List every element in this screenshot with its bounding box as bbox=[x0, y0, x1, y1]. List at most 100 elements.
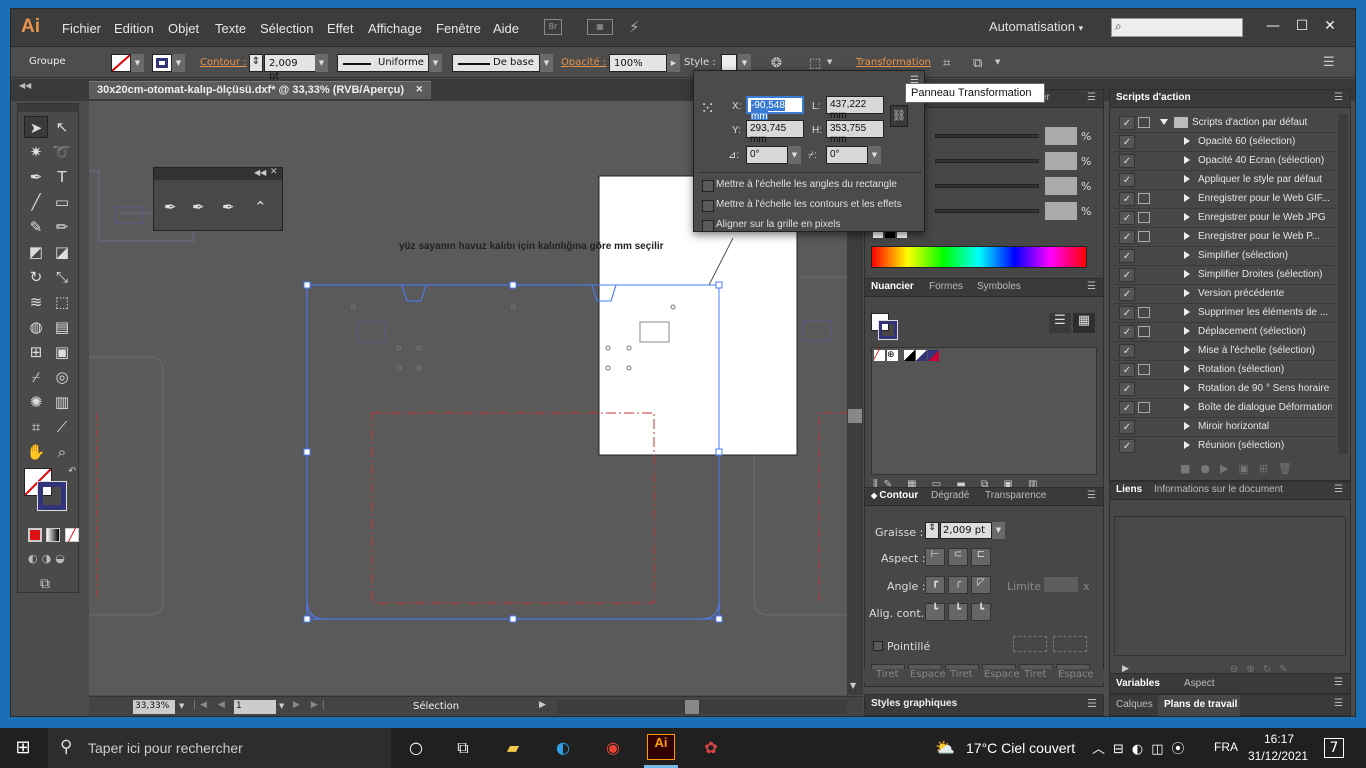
projecting-cap-icon[interactable]: ⊏ bbox=[971, 548, 991, 566]
collapse-toolbox-icon[interactable]: ◀◀ bbox=[19, 81, 31, 90]
expand-arrow-icon[interactable] bbox=[1184, 137, 1190, 145]
list-view-icon[interactable]: ☰ bbox=[1049, 313, 1071, 333]
tab-liens[interactable]: Liens bbox=[1116, 484, 1142, 495]
clock-time[interactable]: 16:17 bbox=[1264, 732, 1294, 746]
close-panel-icon[interactable]: ✕ bbox=[270, 167, 278, 177]
pen-tool-icon[interactable]: ✒ bbox=[164, 198, 177, 216]
swatch-grid[interactable]: ╱ ⊕ bbox=[871, 347, 1097, 475]
panel-menu-icon[interactable]: ☰ bbox=[1087, 697, 1097, 710]
hand-tool-icon[interactable]: ✋ bbox=[24, 441, 48, 463]
menu-fichier[interactable]: Fichier bbox=[62, 21, 101, 36]
toggle-checkbox[interactable]: ✓ bbox=[1119, 135, 1135, 149]
tray-icons[interactable]: ︿⊟◐◫⦿ bbox=[1092, 738, 1193, 757]
rotate-dropdown[interactable]: ▼ bbox=[788, 146, 801, 164]
tab-formes[interactable]: Formes bbox=[929, 281, 963, 292]
artboard-tool-icon[interactable]: ⌗ bbox=[24, 416, 48, 438]
action-row[interactable]: ✓ Opacité 60 (sélection) bbox=[1114, 133, 1336, 152]
selection-tool-icon[interactable]: ➤ bbox=[24, 116, 48, 138]
shape-builder-tool-icon[interactable]: ◍ bbox=[24, 316, 48, 338]
eyedropper-tool-icon[interactable]: ⌿ bbox=[24, 366, 48, 388]
toggle-checkbox[interactable]: ✓ bbox=[1119, 173, 1135, 187]
color-mode-icon[interactable] bbox=[28, 528, 42, 542]
swatch-none[interactable]: ╱ bbox=[874, 350, 885, 361]
convert-anchor-point-icon[interactable]: ⌃ bbox=[254, 198, 267, 216]
canvas-text-note[interactable]: yüz sayanın havuz kalıbı için kalınlığın… bbox=[399, 241, 664, 252]
action-row[interactable]: ✓ Mise à l'échelle (sélection) bbox=[1114, 342, 1336, 361]
tab-document-info[interactable]: Informations sur le document bbox=[1154, 484, 1283, 495]
artboard-dropdown-icon[interactable]: ▼ bbox=[279, 702, 284, 710]
action-row[interactable]: ✓ Opacité 40 Ecran (sélection) bbox=[1114, 152, 1336, 171]
action-row[interactable]: ✓ Réunion (sélection) bbox=[1114, 437, 1336, 454]
shear-dropdown[interactable]: ▼ bbox=[868, 146, 881, 164]
opacity-label[interactable]: Opacité : bbox=[561, 57, 606, 75]
tab-variables[interactable]: Variables bbox=[1116, 678, 1160, 689]
dialog-toggle[interactable] bbox=[1138, 402, 1150, 413]
horizontal-scrollbar[interactable] bbox=[557, 700, 847, 714]
menu-objet[interactable]: Objet bbox=[168, 21, 199, 36]
toggle-checkbox[interactable]: ✓ bbox=[1119, 230, 1135, 244]
tab-nuancier[interactable]: Nuancier bbox=[871, 281, 914, 292]
action-row[interactable]: ✓ Boîte de dialogue Déformation bbox=[1114, 399, 1336, 418]
eraser-tool-icon[interactable]: ◪ bbox=[50, 241, 74, 263]
toggle-checkbox[interactable]: ✓ bbox=[1119, 268, 1135, 282]
toggle-checkbox[interactable]: ✓ bbox=[1119, 306, 1135, 320]
h-field[interactable]: 353,755 mm bbox=[826, 120, 884, 145]
contour-label[interactable]: Contour : bbox=[200, 57, 246, 75]
brush-dropdown[interactable]: ▼ bbox=[540, 54, 553, 72]
arrange-documents-icon[interactable]: ▦ bbox=[587, 19, 613, 35]
action-row[interactable]: ✓ Simplifier (sélection) bbox=[1114, 247, 1336, 266]
dialog-toggle[interactable] bbox=[1138, 364, 1150, 375]
color-spectrum[interactable] bbox=[871, 246, 1087, 268]
color-value-2[interactable] bbox=[1045, 152, 1077, 170]
tab-symboles[interactable]: Symboles bbox=[977, 281, 1021, 292]
toggle-checkbox[interactable]: ✓ bbox=[1119, 363, 1135, 377]
column-graph-tool-icon[interactable]: ▥ bbox=[50, 391, 74, 413]
action-set-row[interactable]: ✓ Scripts d'action par défaut bbox=[1114, 114, 1336, 133]
stroke-weight-dropdown[interactable]: ▼ bbox=[315, 54, 328, 72]
color-slider-1[interactable] bbox=[935, 134, 1039, 138]
menu-effet[interactable]: Effet bbox=[327, 21, 354, 36]
constrain-proportions-icon[interactable]: ⛓ bbox=[890, 105, 908, 127]
gpu-performance-icon[interactable]: ⚡ bbox=[629, 18, 640, 36]
panel-menu-icon[interactable]: ☰ bbox=[1334, 484, 1343, 495]
tab-degrade[interactable]: Dégradé bbox=[931, 490, 969, 501]
type-tool-icon[interactable]: T bbox=[50, 166, 74, 188]
workspace-switcher[interactable]: Automatisation ▾ bbox=[989, 19, 1083, 34]
toggle-checkbox[interactable]: ✓ bbox=[1119, 287, 1135, 301]
paint-icon[interactable]: ✿ bbox=[698, 736, 724, 760]
paintbrush-tool-icon[interactable]: ✎ bbox=[24, 216, 48, 238]
actions-scrollbar[interactable] bbox=[1338, 114, 1348, 454]
panel-menu-icon[interactable]: ☰ bbox=[1334, 677, 1343, 688]
weather-icon[interactable]: ⛅ bbox=[932, 736, 958, 760]
y-field[interactable]: 293,745 mm bbox=[746, 120, 804, 145]
swatch-registration[interactable]: ⊕ bbox=[887, 350, 898, 361]
swatch-blue[interactable] bbox=[916, 350, 927, 361]
artboard-nav-next[interactable]: ▶ ▶| bbox=[293, 700, 329, 710]
language-indicator[interactable]: FRA bbox=[1214, 740, 1238, 754]
expand-arrow-icon[interactable] bbox=[1184, 251, 1190, 259]
menu-texte[interactable]: Texte bbox=[215, 21, 246, 36]
none-mode-icon[interactable]: ╱ bbox=[65, 528, 79, 542]
toggle-checkbox[interactable]: ✓ bbox=[1119, 401, 1135, 415]
dialog-toggle[interactable] bbox=[1138, 117, 1150, 128]
round-join-icon[interactable]: ╭ bbox=[948, 576, 968, 594]
magic-wand-tool-icon[interactable]: ✷ bbox=[24, 141, 48, 163]
dialog-toggle[interactable] bbox=[1138, 326, 1150, 337]
action-row[interactable]: ✓ Enregistrer pour le Web GIF... bbox=[1114, 190, 1336, 209]
w-field[interactable]: 437,222 mm bbox=[826, 96, 884, 121]
recolor-icon[interactable]: ❂ bbox=[771, 56, 782, 71]
tab-plans-de-travail[interactable]: Plans de travail bbox=[1164, 699, 1237, 710]
action-row[interactable]: ✓ Appliquer le style par défaut bbox=[1114, 171, 1336, 190]
toolbox-grip[interactable] bbox=[18, 104, 78, 112]
expand-arrow-icon[interactable] bbox=[1184, 346, 1190, 354]
toggle-checkbox[interactable]: ✓ bbox=[1119, 211, 1135, 225]
artboard-nav-prev[interactable]: |◀ ◀ bbox=[193, 700, 229, 710]
actions-footer-icons[interactable]: ■●▶▣⊞🗑 bbox=[1180, 462, 1302, 475]
toggle-checkbox[interactable]: ✓ bbox=[1119, 439, 1135, 453]
panel-menu-icon[interactable]: ☰ bbox=[1087, 281, 1096, 292]
fill-dropdown[interactable]: ▼ bbox=[131, 54, 144, 72]
toggle-checkbox[interactable]: ✓ bbox=[1119, 344, 1135, 358]
scale-tool-icon[interactable]: ⤡ bbox=[50, 266, 74, 288]
miter-join-icon[interactable]: ┏ bbox=[925, 576, 945, 594]
dialog-toggle[interactable] bbox=[1138, 212, 1150, 223]
